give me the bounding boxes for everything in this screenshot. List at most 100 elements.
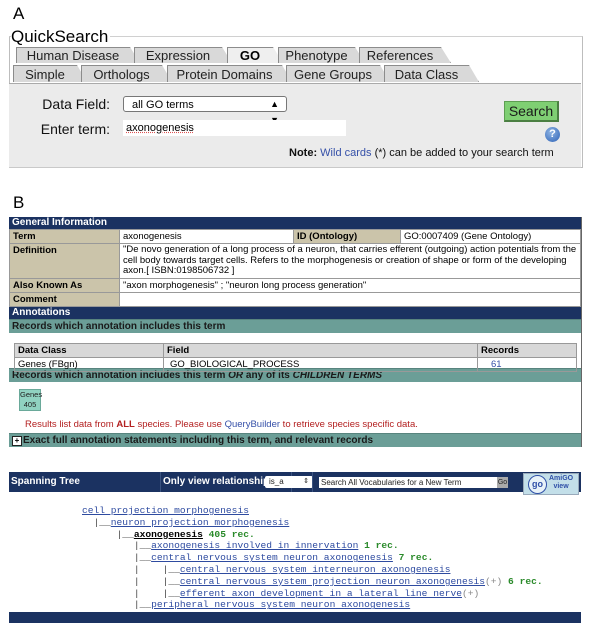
tab-simple[interactable]: Simple (13, 65, 87, 82)
record-count: 1 rec. (358, 540, 399, 552)
note-label: Note: (289, 147, 318, 159)
panel-label-a: A (13, 4, 25, 23)
tab-expression[interactable]: Expression (134, 47, 232, 63)
records-link[interactable]: 61 (477, 356, 577, 372)
tree-term-link[interactable]: efferent axon development in a lateral l… (180, 588, 462, 599)
tree-current-term: axonogenesis (133, 528, 203, 540)
term-label: Term (9, 229, 120, 244)
help-icon[interactable]: ? (545, 127, 560, 142)
tree-connector: | |__ (82, 575, 180, 587)
amigo-label: AmiGO view (549, 475, 573, 491)
cell-field: GO_BIOLOGICAL_PROCESS (163, 356, 478, 372)
tree-term-link[interactable]: axonogenesis involved in innervation (151, 540, 358, 551)
tab-data-class[interactable]: Data Class (384, 65, 479, 82)
expand-icon[interactable]: + (12, 435, 22, 446)
species-note-text2: species. Please use (134, 418, 225, 430)
tab-references[interactable]: References (359, 47, 451, 63)
quicksearch-title: QuickSearch (11, 27, 111, 47)
wildcard-note: Note: Wild cards (*) can be added to you… (289, 147, 554, 159)
tab-gene-groups[interactable]: Gene Groups (286, 65, 390, 82)
general-information-table: Term axonogenesis ID (Ontology) GO:00074… (9, 229, 581, 307)
panel-label-b: B (13, 193, 25, 212)
select-arrows-icon: ⇕ (303, 478, 309, 485)
record-count: 7 rec. (392, 552, 434, 564)
note-text: (*) can be added to your search term (371, 147, 554, 159)
tab-phenotype[interactable]: Phenotype (278, 47, 365, 63)
term-input[interactable]: axonogenesis (123, 120, 346, 136)
amigo-label-line1: AmiGO (549, 475, 574, 482)
tree-node: | |__efferent axon development in a late… (82, 588, 479, 600)
tree-node: |__peripheral nervous system neuron axon… (82, 599, 410, 611)
term-report: General Information Term axonogenesis ID… (9, 217, 582, 447)
tree-connector: |__ (82, 599, 152, 611)
aka-label: Also Known As (9, 277, 120, 293)
tree-term-link[interactable]: central nervous system neuron axonogenes… (151, 552, 393, 563)
record-count: 405 rec. (202, 528, 255, 540)
definition-row: Definition "De novo generation of a long… (9, 243, 581, 279)
footer-bar (9, 612, 581, 623)
quicksearch-form: Data Field: all GO terms ▲▼ Enter term: … (9, 83, 581, 167)
species-note-text3: to retrieve species specific data. (280, 418, 418, 430)
annotation-table: Data Class Field Records Genes (FBgn) GO… (14, 342, 577, 372)
comment-row: Comment (9, 291, 581, 307)
tab-protein-domains[interactable]: Protein Domains (167, 65, 292, 82)
expand-children-marker[interactable]: (+) (462, 588, 479, 599)
table-row: Genes (FBgn) GO_BIOLOGICAL_PROCESS 61 (14, 356, 577, 372)
aka-value: "axon morphogenesis" ; "neuron long proc… (119, 277, 581, 293)
genes-label: Genes (20, 389, 43, 399)
genes-count-button[interactable]: Genes 405 (19, 388, 43, 411)
querybuilder-link[interactable]: QueryBuilder (225, 419, 280, 430)
tree-node: |__axonogenesis involved in innervation … (82, 540, 399, 552)
col-records: Records (477, 342, 577, 358)
wild-cards-link[interactable]: Wild cards (320, 147, 371, 159)
tree-node: |__central nervous system neuron axonoge… (82, 552, 433, 564)
spanning-tree-label: Spanning Tree (Parents/Children) (9, 472, 161, 507)
annotation-section: Data Class Field Records Genes (FBgn) GO… (9, 332, 581, 372)
annotations-header: Annotations (9, 306, 581, 319)
tree-term-link[interactable]: neuron projection morphogenesis (111, 517, 289, 528)
col-data-class: Data Class (14, 342, 164, 358)
tree-connector: | |__ (82, 587, 180, 599)
tree-node: |__axonogenesis 405 rec. (82, 529, 255, 541)
search-button[interactable]: Search (504, 101, 559, 122)
children-section: Genes 405 Results list data from ALL spe… (9, 381, 581, 433)
data-field-label: Data Field: (42, 96, 110, 112)
cell-data-class: Genes (FBgn) (14, 356, 164, 372)
definition-value: "De novo generation of a long process of… (119, 243, 581, 279)
amigo-label-line2: view (553, 483, 569, 490)
tree-term-link[interactable]: central nervous system interneuron axono… (180, 564, 451, 575)
enter-term-label: Enter term: (40, 121, 110, 137)
go-button[interactable]: Go (497, 477, 508, 488)
tree-term-link[interactable]: peripheral nervous system neuron axonoge… (151, 599, 410, 610)
tree-term-link[interactable]: central nervous system projection neuron… (180, 576, 485, 587)
tree-node: cell projection morphogenesis (82, 505, 249, 517)
tab-go[interactable]: GO (227, 47, 283, 63)
tab-orthologs[interactable]: Orthologs (81, 65, 172, 82)
annotation-table-header: Data Class Field Records (14, 342, 577, 358)
tree-node: | |__central nervous system projection n… (82, 576, 543, 588)
vocabulary-search-input[interactable]: Search All Vocabularies for a New Term (319, 477, 497, 488)
relationship-select[interactable]: is_a ⇕ (265, 476, 313, 488)
tree-connector: |__ (82, 552, 152, 564)
tree-node: |__neuron projection morphogenesis (82, 516, 290, 529)
amigo-view-button[interactable]: go AmiGO view (523, 473, 579, 495)
tree-connector: |__ (82, 540, 152, 552)
tree-connector: |__ (82, 528, 134, 540)
id-label: ID (Ontology) (293, 229, 401, 244)
exact-annotations-header[interactable]: + Exact full annotation statements inclu… (9, 432, 581, 447)
term-input-value: axonogenesis (126, 122, 194, 134)
species-note-text: Results list data from (25, 418, 117, 430)
term-row: Term axonogenesis ID (Ontology) GO:00074… (9, 229, 581, 244)
id-value: GO:0007409 (Gene Ontology) (400, 229, 581, 244)
data-field-select[interactable]: all GO terms ▲▼ (123, 96, 287, 125)
aka-row: Also Known As "axon morphogenesis" ; "ne… (9, 277, 581, 293)
amigo-logo-icon: go (528, 475, 547, 494)
tree-term-link[interactable]: cell projection morphogenesis (82, 505, 249, 516)
genes-count: 405 (23, 399, 37, 409)
definition-label: Definition (9, 243, 120, 279)
expand-children-marker[interactable]: (+) (485, 576, 502, 587)
tab-human-disease[interactable]: Human Disease (16, 47, 140, 63)
tree-connector: |__ (82, 516, 111, 528)
comment-value (119, 291, 581, 307)
tree-connector: | |__ (82, 564, 180, 575)
